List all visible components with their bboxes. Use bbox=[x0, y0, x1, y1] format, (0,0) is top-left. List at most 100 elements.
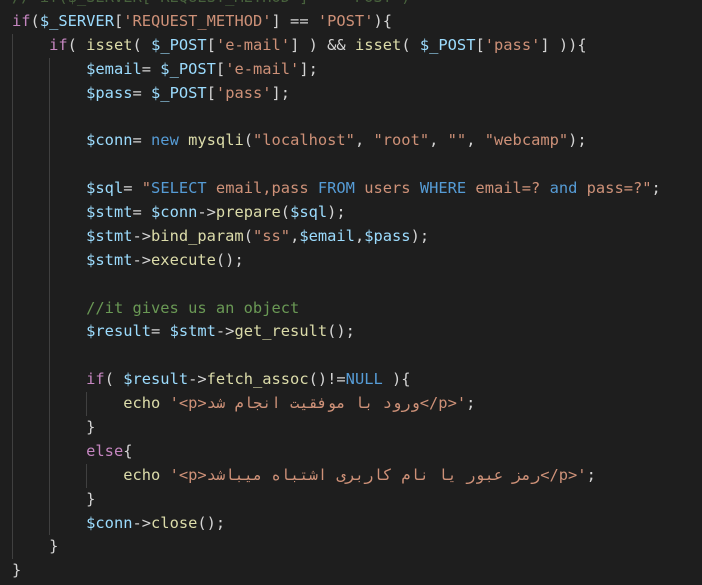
code-token: [ bbox=[113, 11, 124, 30]
code-token: '<p>ورود با موفقیت انجام شد</p>' bbox=[169, 394, 467, 413]
code-line[interactable]: $pass= $_POST['pass']; bbox=[0, 81, 702, 106]
code-line[interactable]: $result= $stmt->get_result(); bbox=[0, 320, 702, 345]
code-token: execute bbox=[151, 250, 216, 269]
indent-guide bbox=[12, 153, 13, 178]
code-line[interactable]: $stmt= $conn->prepare($sql); bbox=[0, 201, 702, 225]
indent-guide bbox=[12, 272, 13, 297]
code-token: ( bbox=[30, 11, 40, 30]
code-token: , bbox=[354, 131, 374, 150]
code-token: if bbox=[12, 11, 31, 30]
code-token: if bbox=[86, 370, 105, 389]
code-line[interactable]: } bbox=[0, 559, 702, 583]
code-line[interactable]: $sql= "SELECT email,pass FROM users WHER… bbox=[0, 177, 702, 202]
code-token: "webcamp" bbox=[484, 131, 569, 150]
code-line[interactable]: } bbox=[0, 487, 702, 512]
code-line[interactable] bbox=[0, 105, 702, 130]
code-token: } bbox=[12, 561, 22, 580]
code-line[interactable]: // if($_SERVER['REQUEST_METHOD'] == 'POS… bbox=[0, 0, 702, 10]
code-token: = bbox=[123, 179, 142, 198]
code-line-text: if($_SERVER['REQUEST_METHOD'] == 'POST')… bbox=[0, 12, 392, 30]
code-token: -> bbox=[188, 370, 207, 389]
code-line[interactable]: echo '<p>رمز عبور یا نام کاربری اشتباه م… bbox=[0, 463, 702, 488]
code-token: $stmt bbox=[86, 226, 133, 245]
indent-guide bbox=[49, 344, 51, 369]
code-token: (); bbox=[327, 322, 355, 341]
code-token: (); bbox=[197, 513, 226, 532]
code-token: -> bbox=[215, 322, 235, 341]
code-token: ; bbox=[651, 179, 661, 198]
code-line-text: $result= $stmt->get_result(); bbox=[0, 322, 355, 340]
code-line[interactable]: $conn->close(); bbox=[0, 511, 702, 536]
code-token: 'pass' bbox=[215, 83, 272, 102]
code-token: [ bbox=[215, 59, 226, 78]
indent-guide bbox=[49, 272, 51, 297]
code-token: $conn bbox=[151, 203, 198, 222]
code-token: ( bbox=[280, 203, 291, 222]
code-token: [ bbox=[475, 35, 485, 54]
code-token: = bbox=[132, 83, 152, 102]
code-token: email=? bbox=[466, 179, 550, 198]
code-token: $conn bbox=[86, 513, 133, 532]
code-line[interactable]: $stmt->execute(); bbox=[0, 248, 702, 273]
code-line[interactable]: else{ bbox=[0, 439, 702, 464]
code-token: } bbox=[12, 537, 59, 556]
code-token: -> bbox=[132, 226, 152, 245]
code-token: , bbox=[290, 226, 300, 245]
code-line-text: //it gives us an object bbox=[0, 299, 299, 317]
code-line[interactable]: $email= $_POST['e-mail']; bbox=[0, 57, 702, 82]
code-line[interactable] bbox=[0, 272, 702, 297]
code-line[interactable]: $stmt->bind_param("ss",$email,$pass); bbox=[0, 224, 702, 249]
code-token: 'REQUEST_METHOD' bbox=[123, 11, 272, 30]
code-line[interactable]: if( isset( $_POST['e-mail'] ) && isset( … bbox=[0, 33, 702, 58]
code-line[interactable] bbox=[0, 153, 702, 178]
code-line-text: $sql= "SELECT email,pass FROM users WHER… bbox=[0, 179, 661, 197]
code-token: $_SERVER bbox=[39, 11, 114, 30]
code-line[interactable]: if( $result->fetch_assoc()!=NULL ){ bbox=[0, 368, 702, 393]
code-token: ()!= bbox=[308, 370, 346, 389]
code-token: ( bbox=[243, 131, 254, 150]
code-token: email,pass bbox=[206, 179, 318, 198]
code-line[interactable]: } bbox=[0, 416, 702, 440]
code-token: new bbox=[151, 131, 179, 150]
code-token: ); bbox=[327, 203, 346, 222]
code-token: = bbox=[132, 203, 152, 222]
code-token: echo bbox=[123, 465, 161, 484]
code-line[interactable]: echo '<p>ورود با موفقیت انجام شد</p>'; bbox=[0, 392, 702, 417]
code-token: $pass bbox=[364, 226, 411, 245]
code-token: ( bbox=[243, 226, 253, 245]
code-line[interactable]: } bbox=[0, 535, 702, 560]
code-line-text: } bbox=[0, 418, 95, 436]
code-editor[interactable]: // if($_SERVER['REQUEST_METHOD'] == 'POS… bbox=[0, 0, 702, 583]
code-token: "localhost" bbox=[253, 131, 355, 150]
code-line[interactable]: //it gives us an object bbox=[0, 296, 702, 321]
code-line-text: } bbox=[0, 561, 21, 579]
code-token: "root" bbox=[373, 131, 430, 150]
code-line[interactable] bbox=[0, 344, 702, 369]
code-token: $result bbox=[123, 370, 189, 389]
code-line-text: } bbox=[0, 537, 58, 555]
code-line-text: if( isset( $_POST['e-mail'] ) && isset( … bbox=[0, 36, 587, 54]
code-token: ); bbox=[410, 226, 430, 245]
code-token: $sql bbox=[86, 179, 124, 198]
code-token: -> bbox=[132, 513, 152, 532]
code-line[interactable]: $conn= new mysqli("localhost", "root", "… bbox=[0, 129, 702, 154]
code-token: ] )){ bbox=[540, 35, 587, 54]
code-token: = bbox=[132, 131, 152, 150]
indent-guide bbox=[49, 105, 51, 130]
code-line[interactable]: if($_SERVER['REQUEST_METHOD'] == 'POST')… bbox=[0, 10, 702, 34]
code-token: { bbox=[123, 441, 133, 460]
